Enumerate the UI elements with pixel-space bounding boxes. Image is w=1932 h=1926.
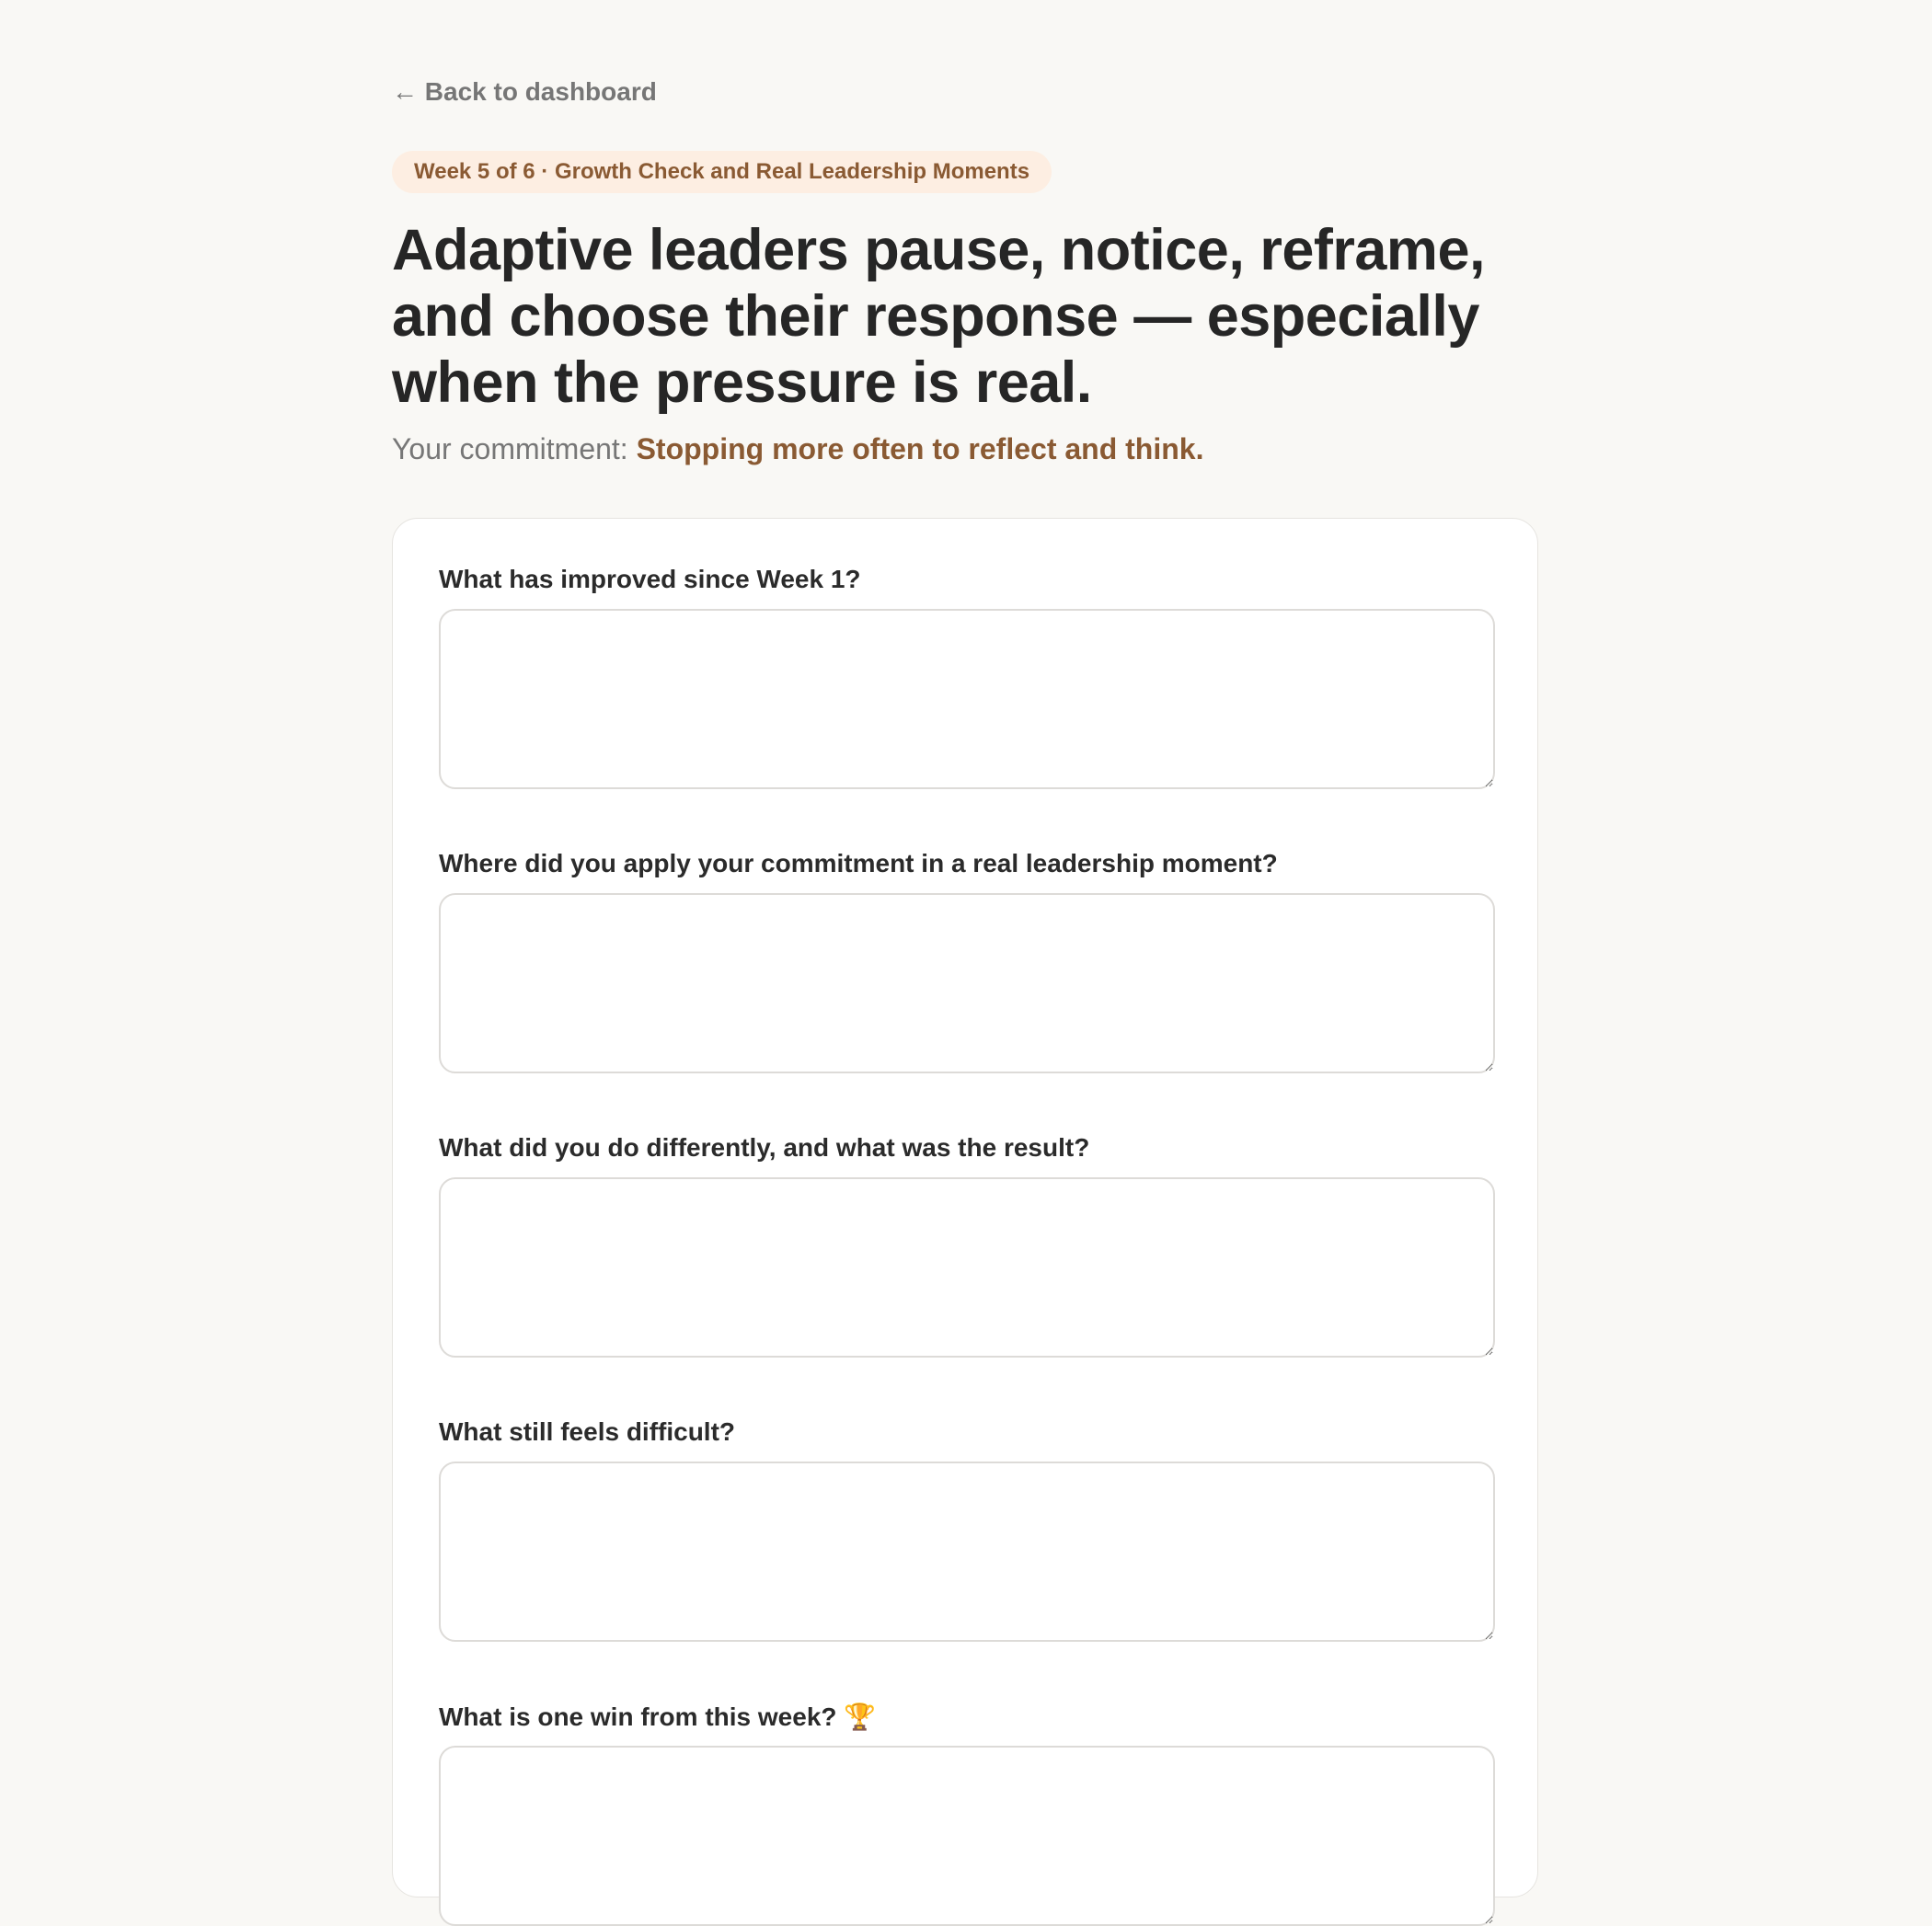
question-applied-commitment: Where did you apply your commitment in a… <box>439 849 1495 1073</box>
commitment-label: Your commitment: <box>392 432 628 465</box>
question-label: Where did you apply your commitment in a… <box>439 849 1278 877</box>
question-label: What still feels difficult? <box>439 1417 736 1446</box>
week-progress-badge: Week 5 of 6 · Growth Check and Real Lead… <box>392 151 1052 193</box>
question-improved-since-week-1: What has improved since Week 1? <box>439 565 1495 789</box>
answer-improved-since-week-1[interactable] <box>439 609 1495 789</box>
answer-did-differently[interactable] <box>439 1177 1495 1358</box>
page-title: Adaptive leaders pause, notice, reframe,… <box>392 218 1485 415</box>
commitment-line: Your commitment: Stopping more often to … <box>392 432 1203 466</box>
reflection-form-card: What has improved since Week 1? Where di… <box>392 518 1538 1926</box>
question-still-difficult: What still feels difficult? <box>439 1417 1495 1642</box>
question-did-differently: What did you do differently, and what wa… <box>439 1133 1495 1358</box>
question-label: What did you do differently, and what wa… <box>439 1133 1090 1162</box>
question-label: What has improved since Week 1? <box>439 565 861 593</box>
back-to-dashboard-link[interactable]: ← Back to dashboard <box>392 77 657 107</box>
question-one-win: What is one win from this week? 🏆 <box>439 1702 1495 1926</box>
answer-applied-commitment[interactable] <box>439 893 1495 1073</box>
commitment-value: Stopping more often to reflect and think… <box>636 432 1204 465</box>
question-label: What is one win from this week? 🏆 <box>439 1702 877 1731</box>
answer-one-win[interactable] <box>439 1746 1495 1926</box>
answer-still-difficult[interactable] <box>439 1462 1495 1642</box>
